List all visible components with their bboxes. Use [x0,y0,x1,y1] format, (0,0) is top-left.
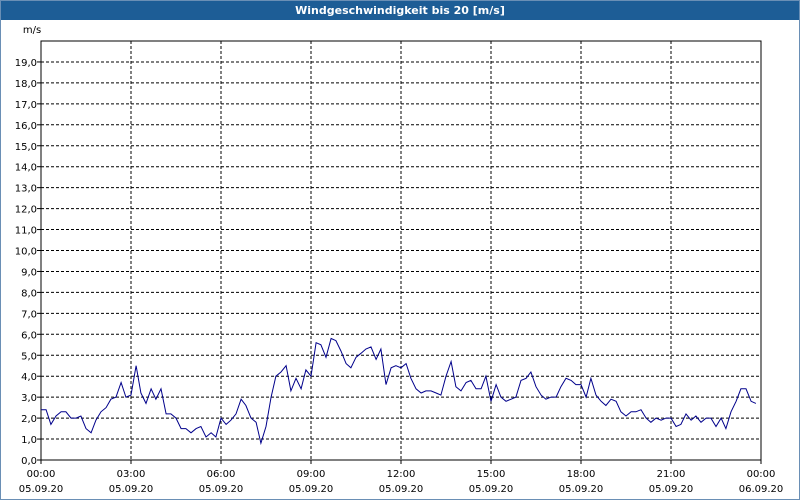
x-tick-time-label: 09:00 [297,469,326,480]
y-tick-label: 5,0 [21,351,37,362]
y-tick-label: 19,0 [15,58,37,69]
x-tick-time-label: 18:00 [567,469,596,480]
wind-speed-chart: 0,0 1,0 2,0 3,0 4,0 5,0 6,0 7,0 8,0 9,0 10,0 11,0 12… [15,25,784,495]
y-tick-label: 6,0 [21,330,37,341]
y-tick-label: 16,0 [15,121,37,132]
y-tick-label: 17,0 [15,100,37,111]
chart-title: Windgeschwindigkeit bis 20 [m/s] [1,1,799,20]
x-tick-date-label: 05.09.20 [649,484,694,495]
y-tick-label: 11,0 [15,226,37,237]
y-tick-label: 2,0 [21,414,37,425]
x-tick-date-label: 05.09.20 [559,484,604,495]
x-tick-time-label: 15:00 [477,469,506,480]
x-tick-time-label: 03:00 [117,469,146,480]
y-tick-label: 9,0 [21,267,37,278]
x-axis: 00:00 05.09.20 03:00 05.09.20 06:00 05.09.20 0… [19,460,784,495]
y-tick-label: 13,0 [15,184,37,195]
x-tick-time-label: 21:00 [657,469,686,480]
grid [41,41,761,460]
y-tick-label: 1,0 [21,435,37,446]
chart-window: Windgeschwindigkeit bis 20 [m/s] 0,0 1,0 2… [0,0,800,500]
y-tick-label: 8,0 [21,288,37,299]
x-tick-date-label: 05.09.20 [199,484,244,495]
y-tick-label: 0,0 [21,456,37,467]
y-tick-label: 7,0 [21,309,37,320]
x-tick-time-label: 00:00 [27,469,56,480]
y-tick-label: 4,0 [21,372,37,383]
y-tick-label: 3,0 [21,393,37,404]
y-tick-label: 10,0 [15,247,37,258]
x-tick-time-label: 00:00 [747,469,776,480]
x-tick-time-label: 12:00 [387,469,416,480]
x-tick-time-label: 06:00 [207,469,236,480]
y-tick-label: 15,0 [15,142,37,153]
y-tick-label: 14,0 [15,163,37,174]
x-tick-date-label: 05.09.20 [289,484,334,495]
x-tick-date-label: 05.09.20 [109,484,154,495]
y-axis-unit-label: m/s [23,25,41,36]
y-tick-label: 18,0 [15,79,37,90]
x-tick-date-label: 06.09.20 [739,484,784,495]
y-axis: 0,0 1,0 2,0 3,0 4,0 5,0 6,0 7,0 8,0 9,0 10,0 11,0 12… [15,58,41,467]
y-tick-label: 12,0 [15,205,37,216]
x-tick-date-label: 05.09.20 [469,484,514,495]
x-tick-date-label: 05.09.20 [379,484,424,495]
x-tick-date-label: 05.09.20 [19,484,64,495]
